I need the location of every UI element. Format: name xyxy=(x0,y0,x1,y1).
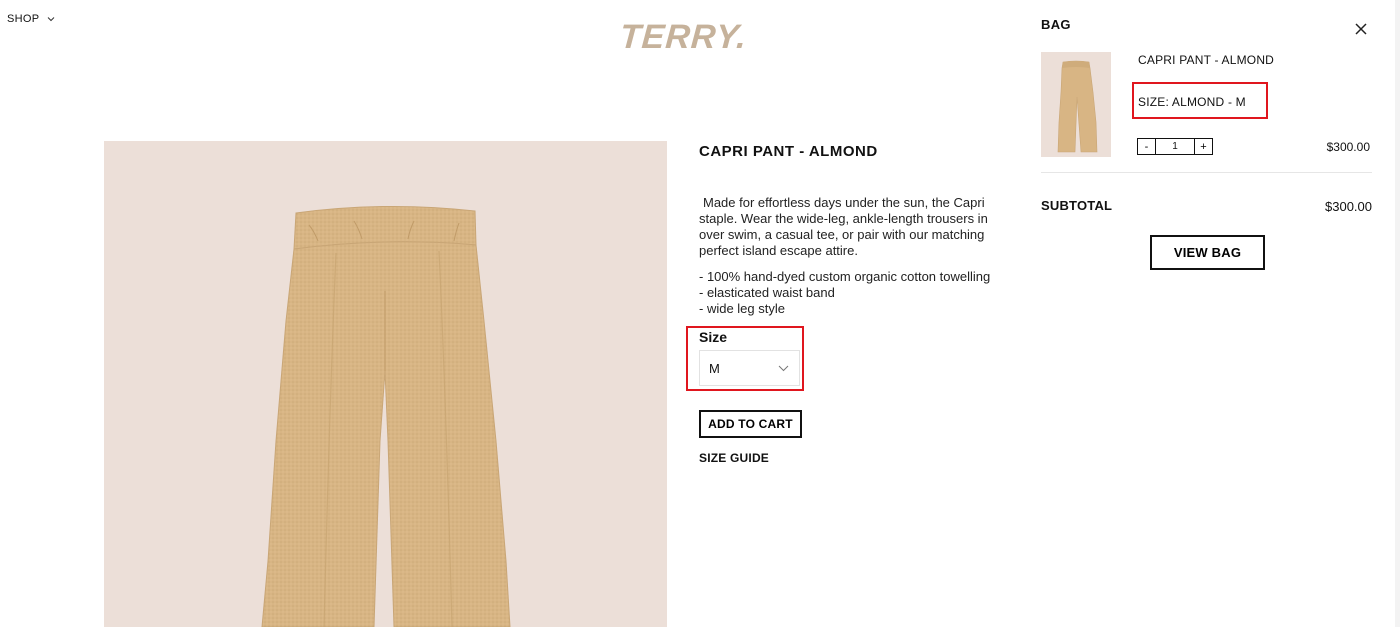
product-title: CAPRI PANT - ALMOND xyxy=(699,143,878,160)
product-image xyxy=(104,141,667,627)
subtotal-label: SUBTOTAL xyxy=(1041,198,1113,213)
description-line: over swim, a casual tee, or pair with ou… xyxy=(699,227,985,242)
bag-item-price: $300.00 xyxy=(1326,140,1370,154)
feature-item: - 100% hand-dyed custom organic cotton t… xyxy=(699,269,991,284)
pant-thumbnail-illustration xyxy=(1057,60,1098,153)
close-icon[interactable] xyxy=(1354,22,1368,36)
product-features: - 100% hand-dyed custom organic cotton t… xyxy=(699,269,1029,317)
size-select-value: M xyxy=(709,360,720,376)
add-to-cart-button[interactable]: ADD TO CART xyxy=(699,410,802,438)
product-details: CAPRI PANT - ALMOND Made for effortless … xyxy=(686,143,1029,465)
shop-menu[interactable]: SHOP xyxy=(7,13,55,25)
description-line: staple. Wear the wide-leg, ankle-length … xyxy=(699,211,988,226)
bag-divider xyxy=(1041,172,1372,173)
chevron-down-icon xyxy=(778,365,789,371)
size-label: Size xyxy=(699,329,728,345)
view-bag-button[interactable]: VIEW BAG xyxy=(1150,235,1265,270)
size-select[interactable]: M xyxy=(699,350,800,386)
quantity-increase-button[interactable]: + xyxy=(1194,138,1213,155)
bag-title: BAG xyxy=(1041,17,1071,32)
description-line: Made for effortless days under the sun, … xyxy=(703,195,985,210)
description-line: perfect island escape attire. xyxy=(699,243,858,258)
chevron-down-icon xyxy=(48,17,55,22)
bag-item-thumbnail[interactable] xyxy=(1041,52,1111,157)
feature-item: - elasticated waist band xyxy=(699,285,835,300)
product-description: Made for effortless days under the sun, … xyxy=(699,195,1029,259)
bag-drawer: BAG CAPRI PANT - ALMOND SIZE: ALMOND - M… xyxy=(1028,0,1400,627)
subtotal-value: $300.00 xyxy=(1325,199,1372,214)
scrollbar[interactable] xyxy=(1395,0,1400,627)
pant-illustration xyxy=(261,205,511,627)
product-page: SHOP TERRY. CAPRI PANT - ALMOND Made for… xyxy=(0,0,1400,627)
quantity-stepper: - 1 + xyxy=(1137,138,1213,155)
size-guide-link[interactable]: SIZE GUIDE xyxy=(699,451,769,465)
quantity-decrease-button[interactable]: - xyxy=(1137,138,1156,155)
quantity-value[interactable]: 1 xyxy=(1156,138,1194,155)
brand-logo[interactable]: TERRY. xyxy=(619,18,749,57)
shop-menu-label: SHOP xyxy=(7,13,40,25)
bag-item-variant: SIZE: ALMOND - M xyxy=(1138,95,1246,109)
bag-item-name[interactable]: CAPRI PANT - ALMOND xyxy=(1138,53,1274,67)
feature-item: - wide leg style xyxy=(699,301,785,316)
